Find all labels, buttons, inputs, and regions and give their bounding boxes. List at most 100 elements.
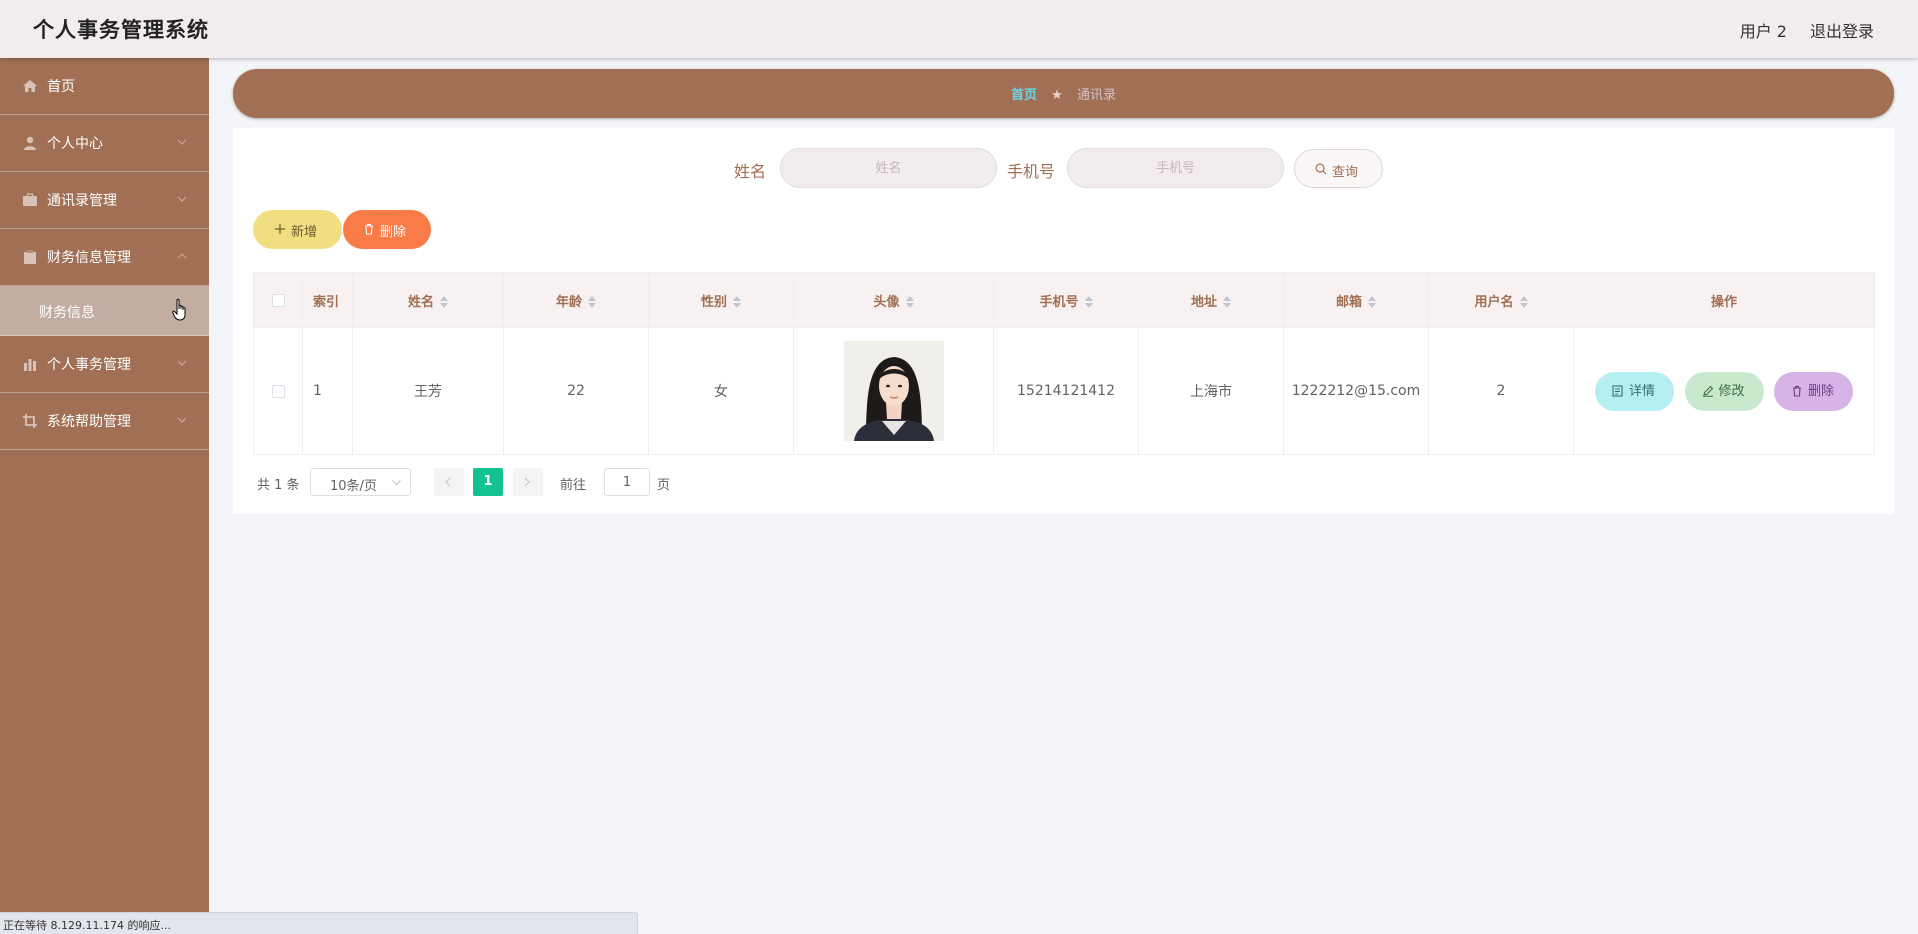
page-suffix: 页 — [657, 478, 671, 493]
page-size-value: 10条/页 — [330, 479, 377, 494]
sort-icon[interactable] — [1223, 296, 1231, 308]
column-header-label: 用户名 — [1474, 294, 1514, 310]
pagination-total: 共 1 条 — [257, 478, 300, 493]
column-header-avatar[interactable]: 头像 — [793, 272, 994, 328]
detail-button[interactable]: 详情 — [1595, 371, 1675, 411]
cell-email: 1222212@15.com — [1283, 327, 1429, 455]
column-header-gender[interactable]: 性别 — [648, 272, 794, 328]
chevron-down-icon — [177, 139, 187, 145]
phone-search-input[interactable] — [1067, 148, 1284, 188]
cell-address: 上海市 — [1138, 327, 1284, 455]
edit-button[interactable]: 修改 — [1684, 371, 1764, 411]
user-icon — [24, 136, 36, 150]
chart-icon — [24, 359, 36, 371]
cell-avatar — [793, 327, 994, 455]
next-page-button[interactable] — [513, 468, 543, 496]
sort-icon[interactable] — [440, 296, 448, 308]
chevron-left-icon — [445, 477, 451, 487]
page-number-current[interactable]: 1 — [473, 468, 503, 496]
row-delete-button[interactable]: 删除 — [1773, 371, 1853, 411]
select-all-checkbox[interactable] — [271, 293, 285, 307]
sidebar-item-label: 系统帮助管理 — [47, 414, 131, 430]
edit-button-label: 修改 — [1718, 383, 1745, 399]
sidebar-item-personal-affairs[interactable]: 个人事务管理 — [0, 336, 209, 393]
batch-delete-button[interactable]: 删除 — [343, 210, 431, 249]
plus-icon — [275, 224, 285, 234]
contacts-table: 索引 姓名 年龄 性别 头像 手机号 地址 邮箱 用户名 操作 1 王芳 22 … — [253, 272, 1875, 455]
cell-name: 王芳 — [352, 327, 504, 455]
sort-icon[interactable] — [1519, 296, 1528, 308]
chevron-up-icon — [177, 253, 187, 259]
select-all-cell — [253, 272, 303, 328]
search-icon — [1315, 163, 1327, 175]
sidebar-item-personal-center[interactable]: 个人中心 — [0, 115, 209, 172]
cell-age: 22 — [503, 327, 649, 455]
column-header-address[interactable]: 地址 — [1138, 272, 1284, 328]
name-search-input[interactable] — [780, 148, 997, 188]
detail-button-label: 详情 — [1629, 383, 1656, 399]
page-size-select[interactable]: 10条/页 — [310, 468, 411, 496]
column-header-label: 头像 — [873, 294, 900, 310]
query-button-label: 查询 — [1332, 165, 1359, 180]
chevron-down-icon — [177, 417, 187, 423]
column-header-phone[interactable]: 手机号 — [993, 272, 1139, 328]
row-select-cell — [253, 327, 303, 455]
sidebar-subitem-finance-info[interactable]: 财务信息 — [0, 286, 209, 336]
column-header-username[interactable]: 用户名 — [1428, 272, 1574, 328]
clipboard-icon — [24, 250, 36, 264]
cell-gender: 女 — [648, 327, 794, 455]
cell-phone: 15214121412 — [993, 327, 1139, 455]
current-user: 用户 2 — [1739, 22, 1787, 41]
sidebar-item-system-help[interactable]: 系统帮助管理 — [0, 393, 209, 450]
sidebar-item-home[interactable]: 首页 — [0, 58, 209, 115]
prev-page-button[interactable] — [434, 468, 464, 496]
chevron-down-icon — [392, 480, 401, 486]
cell-actions: 详情 修改 删除 — [1573, 327, 1875, 455]
goto-page-input[interactable] — [604, 468, 650, 496]
logout-link[interactable]: 退出登录 — [1810, 18, 1874, 42]
phone-search-label: 手机号 — [1007, 162, 1056, 181]
breadcrumb-home[interactable]: 首页 — [1011, 88, 1037, 103]
chevron-down-icon — [177, 360, 187, 366]
column-header-email[interactable]: 邮箱 — [1283, 272, 1429, 328]
breadcrumb-current: 通讯录 — [1076, 88, 1116, 103]
column-header-age[interactable]: 年龄 — [503, 272, 649, 328]
document-icon — [1612, 384, 1623, 397]
sidebar: 首页 个人中心 通讯录管理 财务信息管理 财务信息 个人事务管理 系统帮助管理 — [0, 58, 209, 934]
trash-icon — [365, 223, 373, 235]
sidebar-item-label: 通讯录管理 — [47, 193, 117, 209]
breadcrumb-star-separator: ★ — [1051, 88, 1063, 103]
table-row: 1 王芳 22 女 15214121412 上海市 1222212@15.com… — [253, 327, 1875, 455]
sidebar-item-finance[interactable]: 财务信息管理 — [0, 229, 209, 286]
sidebar-item-label: 首页 — [47, 79, 75, 95]
add-button[interactable]: 新增 — [253, 210, 342, 249]
sort-icon[interactable] — [905, 296, 914, 308]
table-header-row: 索引 姓名 年龄 性别 头像 手机号 地址 邮箱 用户名 操作 — [253, 272, 1875, 328]
name-search-label: 姓名 — [734, 162, 767, 181]
row-checkbox[interactable] — [271, 384, 285, 398]
sort-icon[interactable] — [1368, 296, 1376, 308]
trash-icon — [1792, 385, 1801, 397]
breadcrumb: 首页 ★ 通讯录 — [233, 84, 1894, 103]
pagination: 共 1 条 10条/页 1 前往 页 — [253, 468, 753, 496]
sort-icon[interactable] — [1084, 296, 1093, 308]
column-header-name[interactable]: 姓名 — [352, 272, 504, 328]
app-title: 个人事务管理系统 — [33, 18, 209, 42]
avatar[interactable] — [843, 341, 944, 441]
main-card: 姓名 手机号 查询 新增 删除 索引 姓名 年龄 性别 头像 手机号 地址 — [233, 128, 1894, 514]
browser-status-bar: 正在等待 8.129.11.174 的响应... — [0, 912, 638, 934]
sort-icon[interactable] — [733, 296, 741, 308]
sidebar-item-contacts[interactable]: 通讯录管理 — [0, 172, 209, 229]
column-header-label: 姓名 — [407, 294, 434, 310]
row-delete-button-label: 删除 — [1807, 383, 1834, 399]
column-header-label: 性别 — [700, 294, 727, 310]
sidebar-item-label: 财务信息管理 — [47, 250, 131, 266]
sidebar-item-label: 个人中心 — [47, 136, 103, 152]
home-icon — [23, 80, 37, 92]
goto-label: 前往 — [560, 478, 587, 493]
query-button[interactable]: 查询 — [1294, 149, 1383, 188]
sort-icon[interactable] — [588, 296, 596, 308]
add-button-label: 新增 — [291, 224, 318, 239]
column-header-label: 年龄 — [555, 294, 582, 310]
chevron-right-icon — [524, 477, 530, 487]
